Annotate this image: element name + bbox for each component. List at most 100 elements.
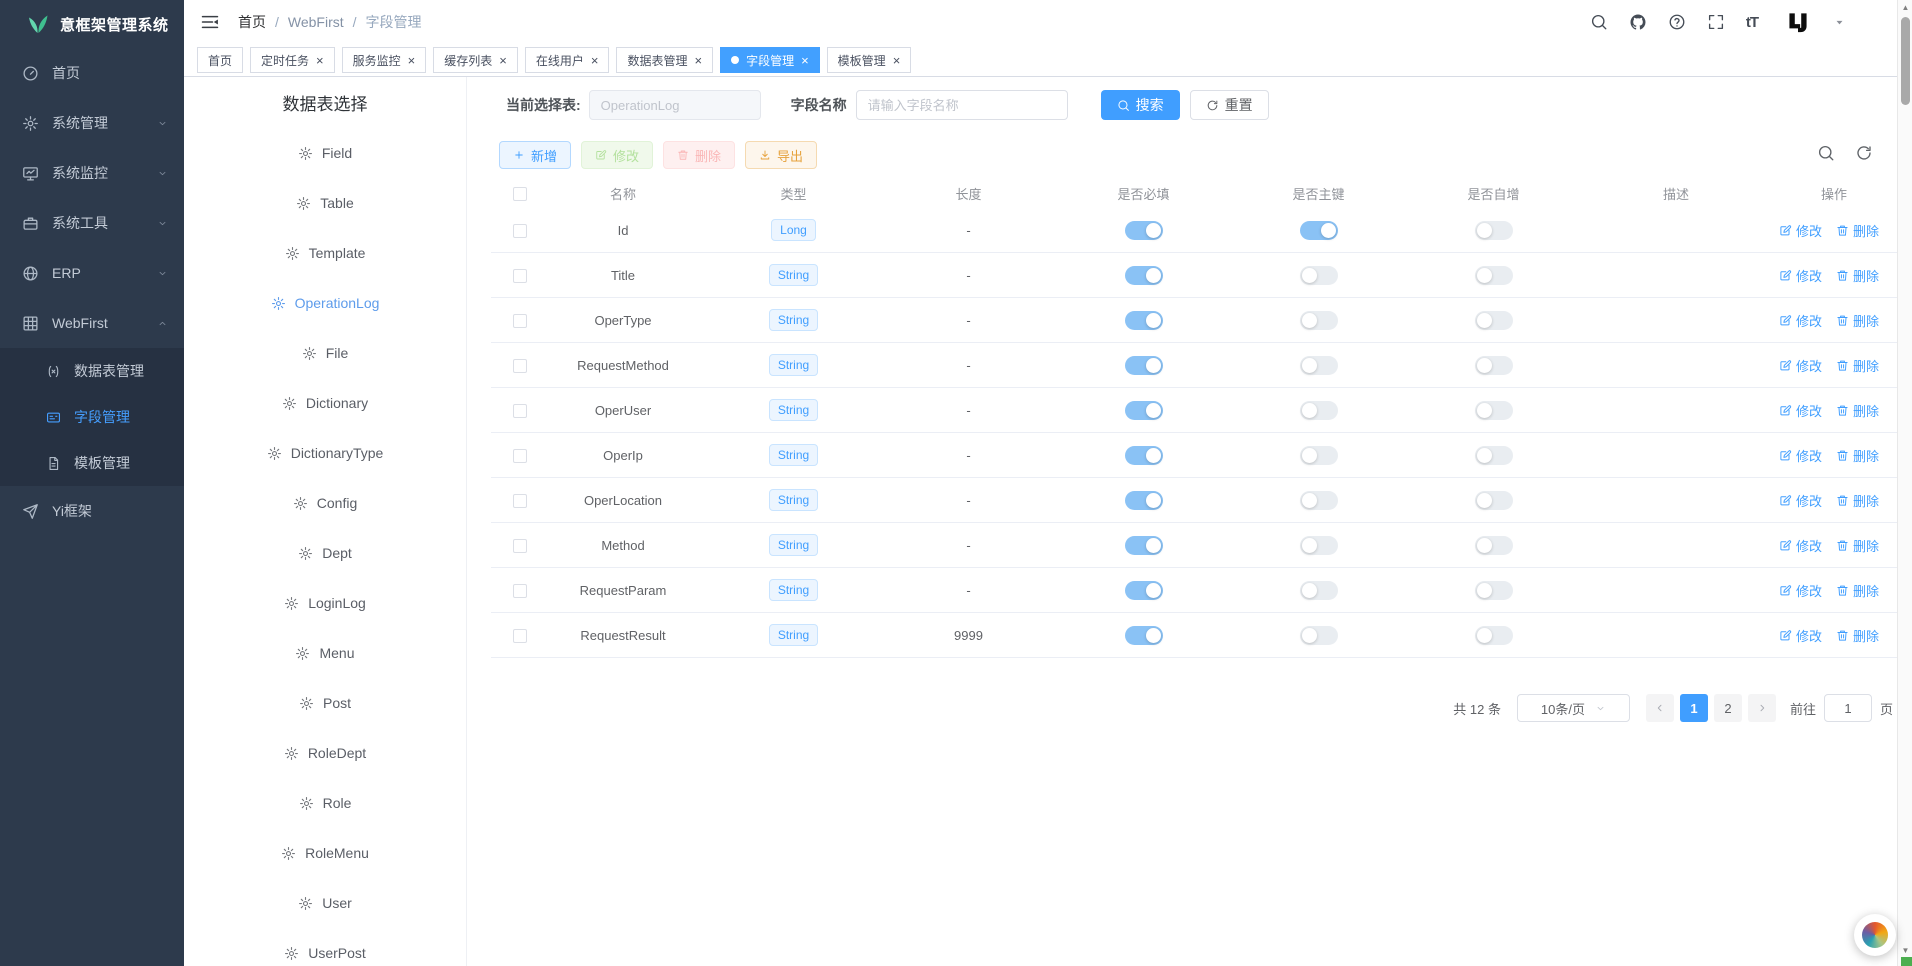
hamburger-icon[interactable] [200,12,220,32]
tree-item-template[interactable]: Template [184,228,466,278]
breadcrumb-home[interactable]: 首页 [238,12,266,32]
tree-item-table[interactable]: Table [184,178,466,228]
tree-item-user[interactable]: User [184,878,466,928]
required-toggle[interactable] [1125,221,1163,240]
sidebar-item-home[interactable]: 首页 [0,48,184,98]
row-delete-link[interactable]: 删除 [1836,401,1879,420]
row-delete-link[interactable]: 删除 [1836,536,1879,555]
row-edit-link[interactable]: 修改 [1779,626,1822,645]
help-icon[interactable] [1668,13,1686,31]
prev-page-button[interactable] [1646,694,1674,722]
caret-down-icon[interactable] [1834,17,1845,28]
edit-button[interactable]: 修改 [581,141,653,169]
primary-key-toggle[interactable] [1300,536,1338,555]
sidebar-item-erp[interactable]: ERP [0,248,184,298]
sidebar-item-field-manage[interactable]: 字段管理 [0,394,184,440]
auto-increment-toggle[interactable] [1475,446,1513,465]
auto-increment-toggle[interactable] [1475,626,1513,645]
tree-item-config[interactable]: Config [184,478,466,528]
tree-item-menu[interactable]: Menu [184,628,466,678]
close-icon[interactable]: × [408,54,416,67]
scroll-up-arrow[interactable]: ▲ [1898,0,1912,15]
search-icon[interactable] [1590,13,1608,31]
tab-field-manage[interactable]: 字段管理× [720,47,820,73]
tree-item-file[interactable]: File [184,328,466,378]
assistant-float-button[interactable] [1854,914,1896,956]
tree-item-dictionarytype[interactable]: DictionaryType [184,428,466,478]
row-delete-link[interactable]: 删除 [1836,311,1879,330]
tree-item-roledept[interactable]: RoleDept [184,728,466,778]
row-checkbox[interactable] [513,449,527,463]
row-checkbox[interactable] [513,314,527,328]
tab-online-users[interactable]: 在线用户× [525,47,610,73]
primary-key-toggle[interactable] [1300,356,1338,375]
breadcrumb-webfirst[interactable]: WebFirst [288,14,344,30]
row-checkbox[interactable] [513,359,527,373]
primary-key-toggle[interactable] [1300,491,1338,510]
required-toggle[interactable] [1125,626,1163,645]
tab-cron-task[interactable]: 定时任务× [250,47,335,73]
sidebar-item-system-tools[interactable]: 系统工具 [0,198,184,248]
sidebar-item-yi-framework[interactable]: Yi框架 [0,486,184,536]
github-icon[interactable] [1629,13,1647,31]
row-delete-link[interactable]: 删除 [1836,221,1879,240]
tree-item-rolemenu[interactable]: RoleMenu [184,828,466,878]
auto-increment-toggle[interactable] [1475,581,1513,600]
fullscreen-icon[interactable] [1707,13,1725,31]
sidebar-item-template-manage[interactable]: 模板管理 [0,440,184,486]
row-edit-link[interactable]: 修改 [1779,491,1822,510]
tab-template-manage[interactable]: 模板管理× [827,47,912,73]
goto-page-input[interactable] [1824,694,1872,722]
search-icon[interactable] [1817,144,1835,162]
sidebar-item-webfirst[interactable]: WebFirst [0,298,184,348]
scrollbar[interactable]: ▲ ▼ [1897,0,1912,966]
page-size-select[interactable]: 10条/页 [1517,694,1630,722]
primary-key-toggle[interactable] [1300,626,1338,645]
row-checkbox[interactable] [513,539,527,553]
auto-increment-toggle[interactable] [1475,266,1513,285]
tree-item-dept[interactable]: Dept [184,528,466,578]
tree-item-operationlog[interactable]: OperationLog [184,278,466,328]
row-delete-link[interactable]: 删除 [1836,581,1879,600]
sidebar-item-system-monitor[interactable]: 系统监控 [0,148,184,198]
required-toggle[interactable] [1125,491,1163,510]
row-edit-link[interactable]: 修改 [1779,536,1822,555]
primary-key-toggle[interactable] [1300,266,1338,285]
tab-home[interactable]: 首页 [197,47,243,73]
font-size-icon[interactable]: tT [1746,14,1758,31]
required-toggle[interactable] [1125,266,1163,285]
row-checkbox[interactable] [513,404,527,418]
tab-service-monitor[interactable]: 服务监控× [342,47,427,73]
scrollbar-thumb[interactable] [1901,17,1910,105]
required-toggle[interactable] [1125,581,1163,600]
row-delete-link[interactable]: 删除 [1836,446,1879,465]
row-checkbox[interactable] [513,494,527,508]
primary-key-toggle[interactable] [1300,401,1338,420]
auto-increment-toggle[interactable] [1475,491,1513,510]
field-name-input[interactable] [856,90,1068,120]
delete-button[interactable]: 删除 [663,141,735,169]
row-edit-link[interactable]: 修改 [1779,221,1822,240]
tab-cache-list[interactable]: 缓存列表× [433,47,518,73]
row-delete-link[interactable]: 删除 [1836,356,1879,375]
close-icon[interactable]: × [893,54,901,67]
required-toggle[interactable] [1125,446,1163,465]
tree-item-loginlog[interactable]: LoginLog [184,578,466,628]
row-edit-link[interactable]: 修改 [1779,311,1822,330]
row-checkbox[interactable] [513,629,527,643]
avatar[interactable] [1783,7,1813,37]
required-toggle[interactable] [1125,536,1163,555]
tab-table-manage[interactable]: 数据表管理× [616,47,713,73]
primary-key-toggle[interactable] [1300,581,1338,600]
search-button[interactable]: 搜索 [1101,90,1180,120]
tree-item-post[interactable]: Post [184,678,466,728]
tree-item-field[interactable]: Field [184,128,466,178]
row-delete-link[interactable]: 删除 [1836,266,1879,285]
close-icon[interactable]: × [801,54,809,67]
close-icon[interactable]: × [591,54,599,67]
select-all-checkbox[interactable] [513,187,527,201]
row-edit-link[interactable]: 修改 [1779,266,1822,285]
row-delete-link[interactable]: 删除 [1836,626,1879,645]
row-edit-link[interactable]: 修改 [1779,356,1822,375]
close-icon[interactable]: × [499,54,507,67]
